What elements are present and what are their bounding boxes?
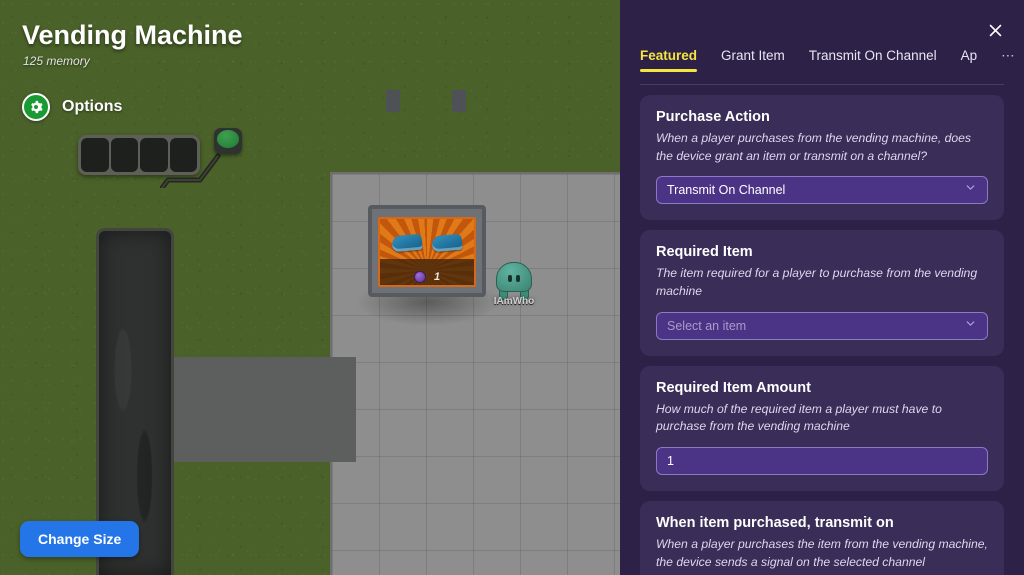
player-character[interactable]: IAmWho bbox=[494, 262, 534, 307]
setting-card-required-item: Required Item The item required for a pl… bbox=[640, 230, 1004, 356]
setting-title: Required Item Amount bbox=[656, 379, 811, 396]
change-size-button[interactable]: Change Size bbox=[20, 521, 140, 557]
vending-machine-price: 1 bbox=[372, 268, 482, 286]
chevron-down-icon bbox=[964, 181, 977, 199]
app-root: 1 IAmWho Vending Machine 125 memory Opti… bbox=[0, 0, 1024, 575]
tab-featured[interactable]: Featured bbox=[640, 48, 698, 72]
blob-eye bbox=[516, 275, 520, 282]
coin-icon bbox=[413, 271, 426, 283]
required-item-select[interactable]: Select an item bbox=[656, 311, 988, 340]
tab-label: Grant Item bbox=[721, 48, 785, 63]
device-config-panel: Featured Grant Item Transmit On Channel … bbox=[620, 0, 1024, 575]
vending-machine-frame: 1 bbox=[368, 205, 486, 297]
sneakers-icon bbox=[391, 233, 423, 253]
blob-eye bbox=[508, 275, 512, 282]
select-value: Transmit On Channel bbox=[667, 183, 786, 198]
setting-card-transmit-channel: When item purchased, transmit on When a … bbox=[640, 501, 1004, 575]
tab-grant-item[interactable]: Grant Item bbox=[721, 48, 785, 72]
tab-overflow-icon[interactable]: ⋯ bbox=[1001, 48, 1016, 64]
tab-label: Ap bbox=[960, 48, 978, 63]
tab-label: Transmit On Channel bbox=[808, 48, 937, 63]
game-viewport[interactable]: 1 IAmWho Vending Machine 125 memory Opti… bbox=[0, 0, 624, 575]
setting-card-purchase-action: Purchase Action When a player purchases … bbox=[640, 95, 1004, 221]
wire-icon bbox=[160, 153, 221, 188]
device-segment[interactable] bbox=[110, 138, 138, 172]
blob-character-icon bbox=[496, 262, 532, 292]
options-label: Options bbox=[62, 98, 123, 115]
tab-ap[interactable]: Ap bbox=[961, 48, 978, 72]
price-amount: 1 bbox=[433, 271, 441, 283]
sneakers-icon bbox=[431, 233, 463, 253]
tab-transmit-on-channel[interactable]: Transmit On Channel bbox=[809, 48, 937, 72]
vending-machine-leg bbox=[386, 90, 400, 112]
gear-icon bbox=[22, 93, 50, 121]
setting-description: How much of the required item a player m… bbox=[656, 401, 942, 434]
setting-title: When item purchased, transmit on bbox=[656, 515, 894, 532]
vending-machine[interactable]: 1 bbox=[368, 205, 486, 297]
memory-label: 125 memory bbox=[23, 54, 90, 68]
tab-label: Featured bbox=[640, 48, 698, 63]
setting-description: When a player purchases the item from th… bbox=[656, 537, 988, 569]
setting-description: The item required for a player to purcha… bbox=[656, 266, 978, 299]
options-button[interactable]: Options bbox=[22, 93, 122, 121]
vending-machine-leg bbox=[452, 90, 466, 112]
setting-title: Purchase Action bbox=[656, 109, 770, 125]
tab-divider bbox=[640, 84, 1004, 85]
stone-path bbox=[174, 357, 356, 462]
setting-card-required-item-amount: Required Item Amount How much of the req… bbox=[640, 365, 1004, 492]
green-button-icon[interactable] bbox=[214, 128, 242, 154]
required-item-amount-input[interactable]: 1 bbox=[656, 447, 988, 476]
setting-title: Required Item bbox=[656, 244, 753, 261]
purchase-action-select[interactable]: Transmit On Channel bbox=[656, 176, 988, 205]
select-value: Select an item bbox=[667, 318, 747, 333]
setting-description: When a player purchases from the vending… bbox=[656, 131, 972, 163]
page-title: Vending Machine bbox=[22, 20, 243, 50]
device-segment[interactable] bbox=[81, 138, 109, 172]
tab-bar: Featured Grant Item Transmit On Channel … bbox=[640, 48, 1024, 82]
close-icon[interactable] bbox=[982, 17, 1008, 43]
input-value: 1 bbox=[667, 454, 674, 469]
chevron-down-icon bbox=[964, 317, 977, 335]
settings-list: Purchase Action When a player purchases … bbox=[640, 95, 1004, 575]
player-nameplate: IAmWho bbox=[493, 296, 535, 307]
